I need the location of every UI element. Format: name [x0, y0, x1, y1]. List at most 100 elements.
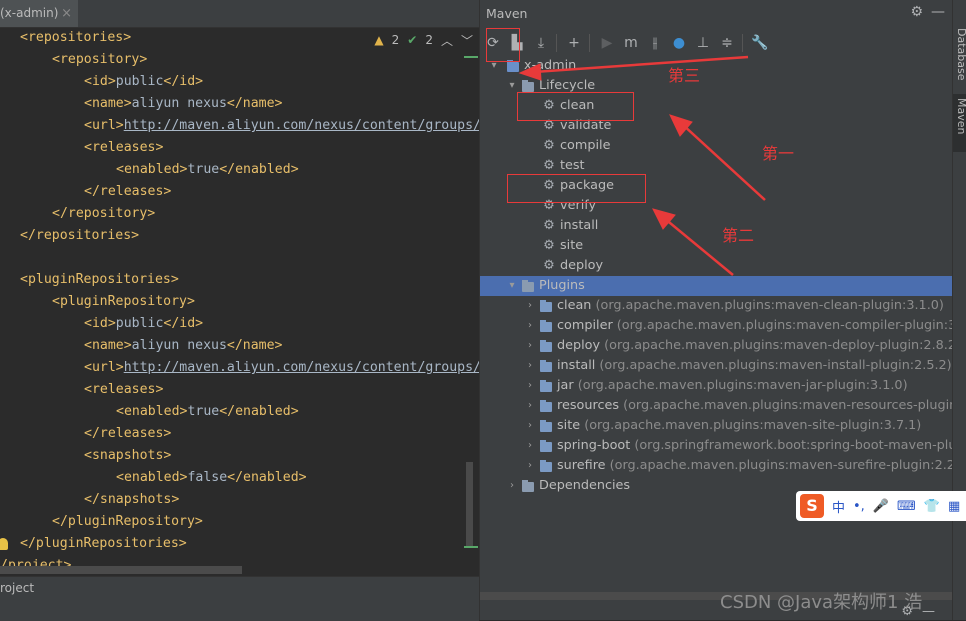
xml-tag: </enabled> [219, 162, 299, 177]
folder-icon [521, 279, 535, 293]
chevron-right-icon[interactable]: › [524, 336, 536, 356]
tree-node-label: x-admin [524, 58, 577, 73]
maven-tool-button[interactable]: Maven [955, 98, 966, 134]
tree-node-compile[interactable]: ⚙ compile [480, 136, 953, 156]
tree-node-clean[interactable]: › clean (org.apache.maven.plugins:maven-c… [480, 296, 953, 316]
code-line: <enabled>false</enabled> [0, 467, 479, 489]
tree-node-text: jar (org.apache.maven.plugins:maven-jar-… [557, 376, 908, 396]
tree-node-spring-boot[interactable]: › spring-boot (org.springframework.boot:s… [480, 436, 966, 456]
code-line: <id>public</id> [0, 313, 479, 335]
tree-node-text: install [560, 216, 598, 236]
xml-tag: <id> [84, 316, 116, 331]
tree-node-label: resources [557, 398, 620, 413]
annotation-box-reload [486, 28, 520, 62]
tree-node-deploy[interactable]: ⚙ deploy [480, 256, 953, 276]
xml-tag: </releases> [84, 426, 172, 441]
xml-tag: <url> [84, 360, 124, 375]
code-line: <id>public</id> [0, 71, 479, 93]
tree-node-surefire[interactable]: › surefire (org.apache.maven.plugins:mave… [480, 456, 966, 476]
tree-node-label: Dependencies [539, 478, 631, 493]
xml-tag: <repositories> [20, 30, 132, 45]
gear-icon[interactable]: ⚙ [910, 4, 923, 20]
chevron-right-icon[interactable]: › [524, 456, 536, 476]
code-line: </repositories> [0, 225, 479, 247]
chevron-right-icon[interactable]: › [524, 356, 536, 376]
ime-punctuation[interactable]: •, [853, 499, 865, 514]
horizontal-scrollbar[interactable] [0, 566, 242, 574]
toolbar-separator [556, 34, 557, 52]
code-line: <url>http://maven.aliyun.com/nexus/conte… [0, 115, 481, 137]
close-icon[interactable]: × [61, 0, 72, 27]
xml-tag: <id> [84, 74, 116, 89]
tree-node-install[interactable]: › install (org.apache.maven.plugins:maven… [480, 356, 953, 376]
plugin-icon [539, 419, 553, 433]
tree-node-deploy[interactable]: › deploy (org.apache.maven.plugins:maven-… [480, 336, 961, 356]
plugin-coordinates: (org.apache.maven.plugins:maven-compiler… [616, 318, 966, 333]
code-line: <releases> [0, 379, 479, 401]
change-marker [464, 546, 478, 548]
skin-icon[interactable]: 👕 [924, 499, 940, 514]
xml-tag: <pluginRepository> [52, 294, 195, 309]
editor-scrollbar[interactable] [466, 462, 473, 548]
tree-node-site[interactable]: › site (org.apache.maven.plugins:maven-si… [480, 416, 953, 436]
code-line: <url>http://maven.aliyun.com/nexus/conte… [0, 357, 481, 379]
chevron-right-icon[interactable]: › [524, 296, 536, 316]
tree-node-compiler[interactable]: › compiler (org.apache.maven.plugins:mave… [480, 316, 966, 336]
editor-tab-bar: (x-admin) × [0, 0, 479, 28]
sogou-logo-icon: S [800, 494, 824, 518]
annotation-box-package [507, 174, 646, 203]
tree-node-label: compile [560, 138, 611, 153]
editor-tab[interactable]: (x-admin) × [0, 0, 78, 27]
xml-tag: </snapshots> [84, 492, 180, 507]
chevron-down-icon[interactable]: ▾ [506, 276, 518, 296]
breadcrumb[interactable]: roject [0, 581, 34, 595]
tree-node-x-admin[interactable]: ▾ x-admin [480, 56, 953, 76]
keyboard-icon[interactable]: ⌨ [897, 499, 916, 514]
xml-text: true [187, 162, 220, 177]
code-editor[interactable]: (x-admin) × ▲ 2 ✔ 2 ︿ ﹀ <repositories> <r… [0, 0, 481, 621]
run-icon[interactable]: ▶ [596, 32, 618, 54]
chevron-right-icon[interactable]: › [524, 376, 536, 396]
tree-node-text: site (org.apache.maven.plugins:maven-sit… [557, 416, 921, 436]
chevron-right-icon[interactable]: › [524, 396, 536, 416]
xml-tag: </id> [163, 74, 204, 89]
xml-tag: <releases> [84, 140, 164, 155]
grid-icon[interactable]: ▦ [948, 499, 960, 514]
minimize-icon[interactable]: — [931, 4, 945, 20]
tree-node-label: site [557, 418, 581, 433]
code-line: <releases> [0, 137, 479, 159]
chevron-right-icon[interactable]: › [506, 476, 518, 496]
toggle-offline-icon[interactable]: ⫲ [644, 32, 666, 54]
minimize-icon[interactable]: — [922, 604, 935, 619]
tree-node-text: test [560, 156, 585, 176]
xml-tag: <enabled> [116, 470, 188, 485]
chevron-right-icon[interactable]: › [524, 316, 536, 336]
tree-node-resources[interactable]: › resources (org.apache.maven.plugins:mav… [480, 396, 966, 416]
database-tool-button[interactable]: Database [955, 28, 966, 81]
collapse-all-icon[interactable]: ≑ [716, 32, 738, 54]
ime-chinese-mode[interactable]: 中 [832, 497, 845, 516]
skip-tests-icon[interactable]: ● [668, 32, 690, 54]
tree-node-text: Plugins [539, 276, 585, 296]
editor-breadcrumb-bar: roject [0, 576, 479, 621]
ime-toolbar[interactable]: S 中 •, 🎤 ⌨ 👕 ▦ [796, 491, 966, 521]
show-dependencies-icon[interactable]: ⊥ [692, 32, 714, 54]
right-tool-strip: Database Maven [952, 0, 966, 620]
chevron-right-icon[interactable]: › [524, 436, 536, 456]
tree-node-install[interactable]: ⚙ install [480, 216, 953, 236]
download-icon[interactable]: ⤓ [530, 32, 552, 54]
tree-node-Plugins[interactable]: ▾ Plugins [480, 276, 953, 296]
plugin-icon [539, 459, 553, 473]
lightbulb-icon[interactable] [0, 538, 8, 550]
tree-node-label: Lifecycle [539, 78, 596, 93]
code-line: <snapshots> [0, 445, 479, 467]
add-icon[interactable]: + [563, 32, 585, 54]
chevron-right-icon[interactable]: › [524, 416, 536, 436]
execute-goal-icon[interactable]: m [620, 32, 642, 54]
microphone-icon[interactable]: 🎤 [873, 499, 889, 514]
tree-node-jar[interactable]: › jar (org.apache.maven.plugins:maven-jar… [480, 376, 953, 396]
tree-node-site[interactable]: ⚙ site [480, 236, 953, 256]
settings-wrench-icon[interactable]: 🔧 [749, 32, 771, 54]
code-line: </snapshots> [0, 489, 479, 511]
tree-node-test[interactable]: ⚙ test [480, 156, 953, 176]
